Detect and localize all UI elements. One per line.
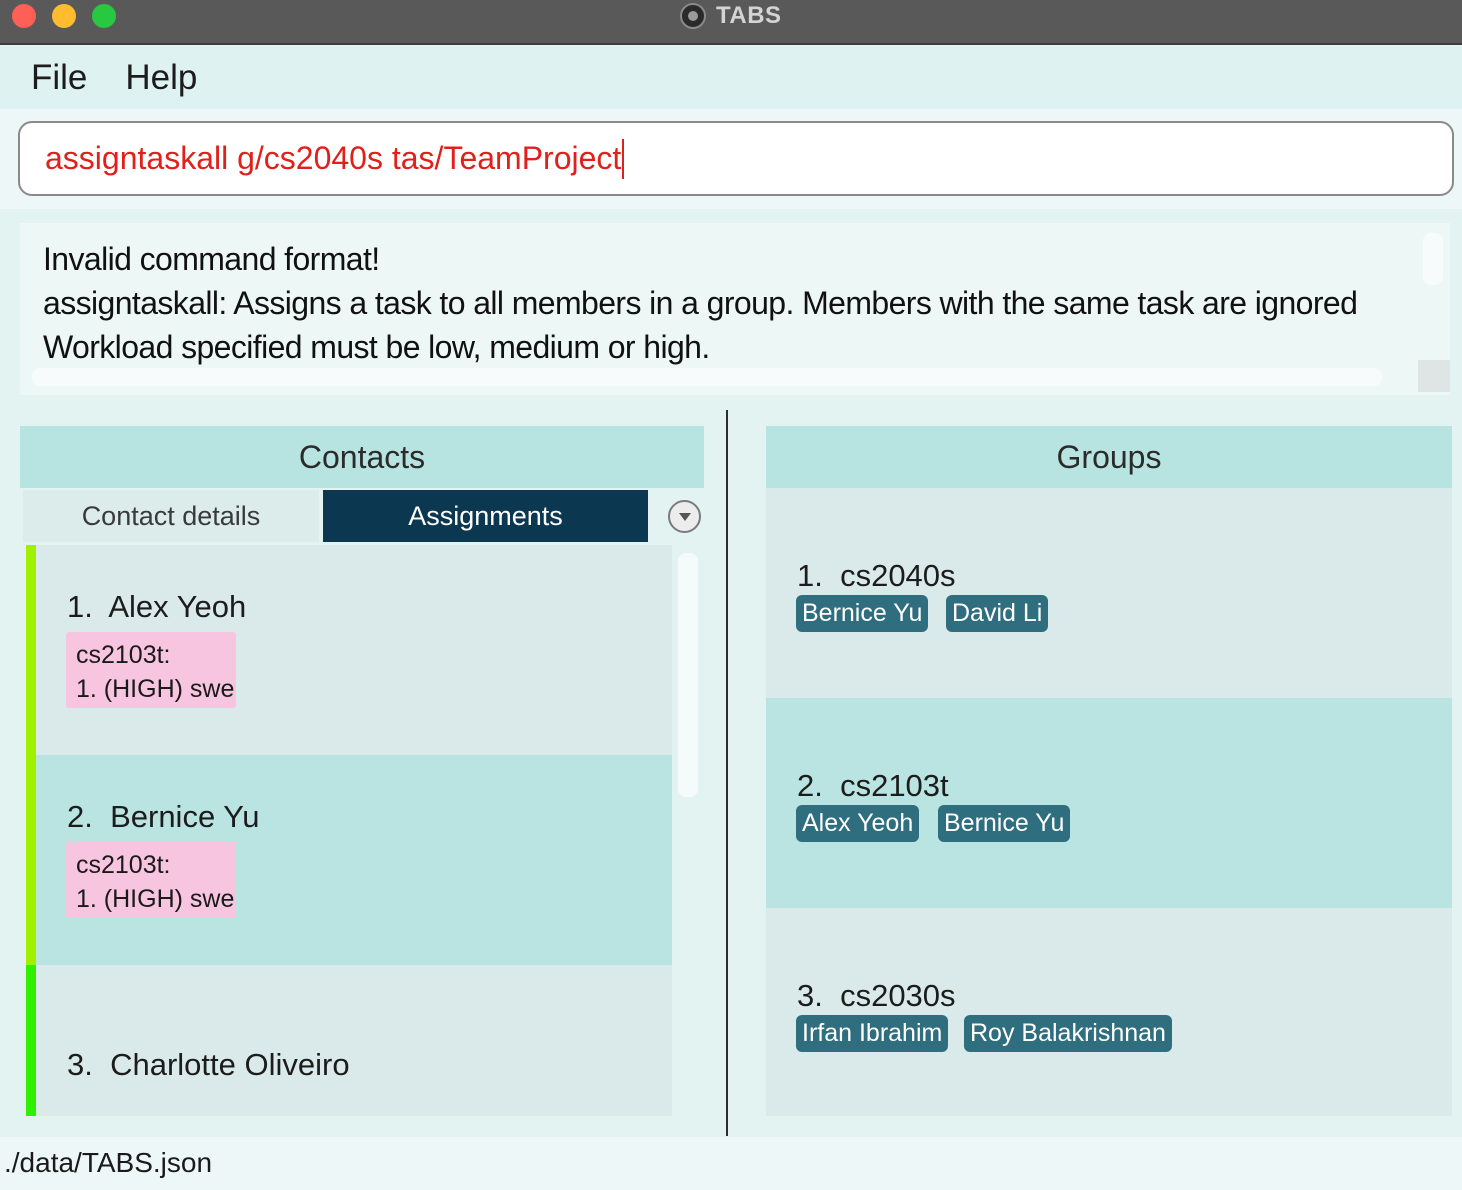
member-chip: Alex Yeoh xyxy=(796,805,920,842)
result-area: Invalid command format! assigntaskall: A… xyxy=(0,209,1462,409)
menu-help[interactable]: Help xyxy=(125,58,197,98)
menu-file[interactable]: File xyxy=(31,58,87,98)
window-minimize-button[interactable] xyxy=(52,4,76,28)
contact-status-stripe xyxy=(26,545,36,755)
contacts-header: Contacts xyxy=(20,426,704,488)
scrollbar-thumb[interactable] xyxy=(678,553,698,797)
scroll-corner xyxy=(1418,360,1450,392)
contact-name: 1. Alex Yeoh xyxy=(67,589,247,624)
group-card[interactable]: 2. cs2103t Alex Yeoh Bernice Yu xyxy=(766,698,1452,908)
text-caret xyxy=(622,138,625,179)
contact-name: 3. Charlotte Oliveiro xyxy=(67,1047,350,1082)
result-vertical-scrollbar[interactable] xyxy=(1423,233,1443,285)
data-file-path: ./data/TABS.json xyxy=(4,1147,213,1178)
contact-card[interactable]: 3. Charlotte Oliveiro xyxy=(26,965,672,1116)
groups-panel: Groups 1. cs2040s Bernice Yu David Li 2.… xyxy=(766,426,1452,1116)
chevron-down-icon xyxy=(678,512,691,521)
group-card[interactable]: 3. cs2030s Irfan Ibrahim Roy Balakrishna… xyxy=(766,908,1452,1116)
group-name: 3. cs2030s xyxy=(797,978,956,1013)
contact-card[interactable]: 2. Bernice Yu cs2103t: 1. (HIGH) swe xyxy=(26,755,672,965)
group-name: 2. cs2103t xyxy=(797,768,949,803)
contact-list[interactable]: 1. Alex Yeoh cs2103t: 1. (HIGH) swe 2. B… xyxy=(26,545,672,1116)
result-line-3: Workload specified must be low, medium o… xyxy=(43,329,710,365)
contacts-panel: Contacts Contact details Assignments 1. … xyxy=(20,426,704,1116)
window-titlebar: TABS xyxy=(0,0,1462,45)
window-maximize-button[interactable] xyxy=(92,4,116,28)
result-display[interactable]: Invalid command format! assigntaskall: A… xyxy=(20,223,1450,395)
app-logo-icon xyxy=(680,3,706,29)
assignment-tag: cs2103t: 1. (HIGH) swe xyxy=(66,842,236,918)
result-horizontal-scrollbar[interactable] xyxy=(32,368,1382,386)
result-message: Invalid command format! assigntaskall: A… xyxy=(43,237,1358,369)
split-pane-divider[interactable] xyxy=(726,410,728,1136)
contact-status-stripe xyxy=(26,965,36,1116)
contacts-tabs: Contact details Assignments xyxy=(20,488,704,544)
result-line-2: assigntaskall: Assigns a task to all mem… xyxy=(43,285,1358,321)
window-title: TABS xyxy=(716,2,782,29)
member-chip: Bernice Yu xyxy=(796,595,929,632)
member-chip: Bernice Yu xyxy=(938,805,1071,842)
contact-list-scrollbar[interactable] xyxy=(672,545,704,1116)
group-name: 1. cs2040s xyxy=(797,558,956,593)
member-chip: Irfan Ibrahim xyxy=(796,1015,949,1052)
window-close-button[interactable] xyxy=(12,4,36,28)
command-area: assigntaskall g/cs2040s tas/TeamProject xyxy=(0,109,1462,209)
member-chip: Roy Balakrishnan xyxy=(964,1015,1172,1052)
menu-bar: File Help xyxy=(0,47,1462,109)
command-input-text[interactable]: assigntaskall g/cs2040s tas/TeamProject xyxy=(45,140,621,177)
assignment-tag: cs2103t: 1. (HIGH) swe xyxy=(66,632,236,708)
result-line-1: Invalid command format! xyxy=(43,241,380,277)
contact-card[interactable]: 1. Alex Yeoh cs2103t: 1. (HIGH) swe xyxy=(26,545,672,755)
status-bar: ./data/TABS.json xyxy=(0,1137,1462,1190)
tab-contact-details[interactable]: Contact details xyxy=(23,490,319,542)
contact-name: 2. Bernice Yu xyxy=(67,799,260,834)
window-title-group: TABS xyxy=(680,2,782,30)
command-input[interactable]: assigntaskall g/cs2040s tas/TeamProject xyxy=(18,121,1454,196)
groups-header: Groups xyxy=(766,426,1452,488)
member-chip: David Li xyxy=(946,595,1049,632)
tab-menu-dropdown-button[interactable] xyxy=(668,500,701,533)
group-card[interactable]: 1. cs2040s Bernice Yu David Li xyxy=(766,488,1452,698)
contact-status-stripe xyxy=(26,755,36,965)
tab-assignments[interactable]: Assignments xyxy=(323,490,648,542)
